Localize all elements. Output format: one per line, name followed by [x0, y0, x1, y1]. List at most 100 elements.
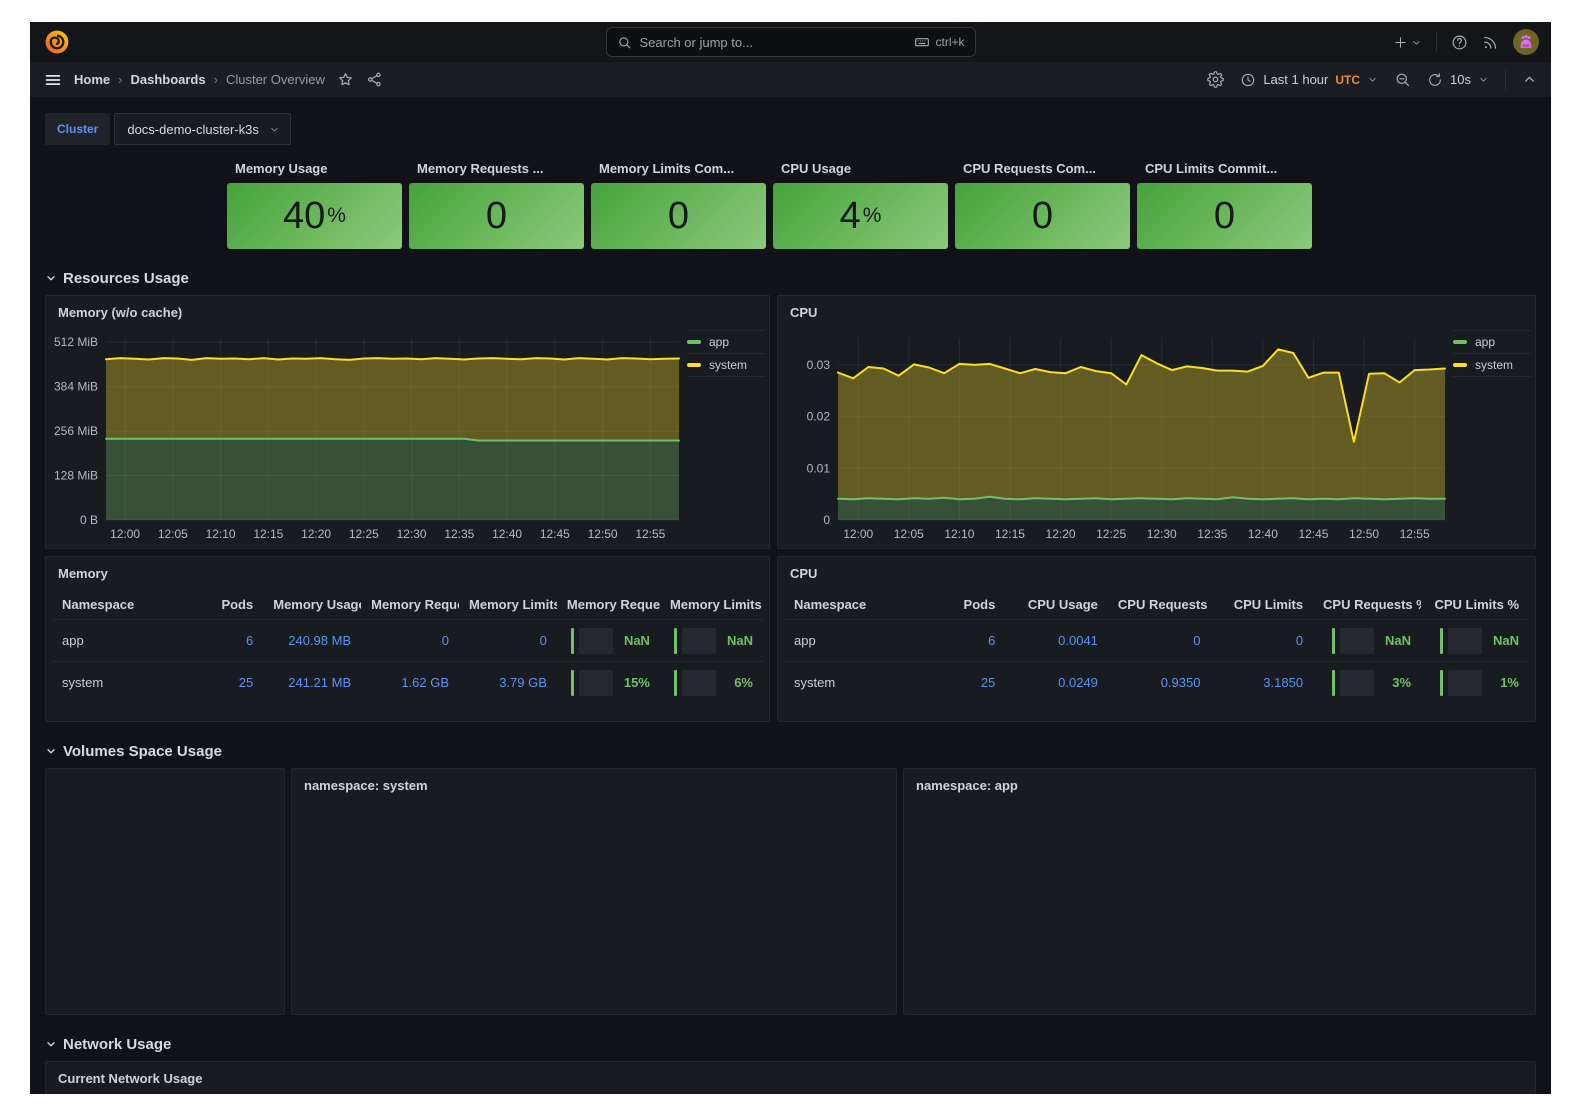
- column-header[interactable]: Namespace: [52, 589, 191, 619]
- column-header[interactable]: Pods: [191, 589, 263, 619]
- table-cell: 1%: [1421, 661, 1529, 703]
- legend-item-system[interactable]: system: [687, 354, 765, 377]
- stat-panels-row: Memory Usage40%Memory Requests ...0Memor…: [227, 153, 1536, 249]
- column-header[interactable]: CPU Requests: [1108, 589, 1211, 619]
- y-axis-tick: 0: [823, 513, 830, 527]
- share-icon[interactable]: [366, 71, 383, 88]
- column-header[interactable]: Memory Requests: [361, 589, 459, 619]
- cell-value[interactable]: 25: [981, 675, 995, 690]
- breadcrumb-item-dashboards[interactable]: Dashboards: [130, 72, 205, 87]
- grafana-logo-icon[interactable]: [44, 29, 70, 55]
- stat-value: 0: [486, 197, 507, 235]
- section-resources-usage[interactable]: Resources Usage: [45, 267, 1536, 289]
- cpu-chart-panel: CPU 00.010.020.0312:0012:0512:1012:1512:…: [777, 295, 1536, 549]
- column-header[interactable]: CPU Limits %: [1421, 589, 1529, 619]
- cell-value[interactable]: 0: [1296, 633, 1303, 648]
- breadcrumb-separator: ›: [214, 72, 218, 87]
- table-cell: 0: [459, 619, 557, 661]
- section-network-usage[interactable]: Network Usage: [45, 1033, 1536, 1055]
- column-header[interactable]: Memory Limits %: [660, 589, 763, 619]
- section-volumes-space-usage[interactable]: Volumes Space Usage: [45, 740, 1536, 762]
- cell-value[interactable]: 25: [239, 675, 253, 690]
- column-header[interactable]: Memory Requests %: [557, 589, 660, 619]
- column-header[interactable]: CPU Limits: [1210, 589, 1313, 619]
- column-header[interactable]: CPU Requests %: [1313, 589, 1421, 619]
- search-bar[interactable]: ctrl+k: [606, 27, 976, 57]
- table-cell: 6: [930, 619, 1006, 661]
- cell-value[interactable]: 1.62 GB: [401, 675, 449, 690]
- shortcut-label: ctrl+k: [935, 35, 964, 49]
- breadcrumb-item-home[interactable]: Home: [74, 72, 110, 87]
- cell-value[interactable]: 0.0041: [1058, 633, 1098, 648]
- cell-value[interactable]: 0: [1193, 633, 1200, 648]
- mega-menu-icon[interactable]: [44, 71, 62, 89]
- x-axis-tick: 12:20: [301, 527, 331, 541]
- legend-item-system[interactable]: system: [1453, 354, 1531, 377]
- x-axis-tick: 12:00: [110, 527, 140, 541]
- stat-value: 0: [1032, 197, 1053, 235]
- cluster-variable-dropdown[interactable]: docs-demo-cluster-k3s: [114, 113, 291, 145]
- user-avatar[interactable]: [1513, 29, 1539, 55]
- cell-value[interactable]: 0: [442, 633, 449, 648]
- gauge-value: 3%: [1379, 675, 1411, 690]
- table-cell: 25: [191, 661, 263, 703]
- time-range-picker[interactable]: Last 1 hour UTC: [1240, 72, 1378, 88]
- cell-value[interactable]: 3.1850: [1263, 675, 1303, 690]
- memory-chart-canvas: 0 B128 MiB256 MiB384 MiB512 MiB12:0012:0…: [48, 328, 685, 546]
- panel-title[interactable]: Memory (w/o cache): [46, 296, 769, 328]
- panel-title[interactable]: Current Network Usage: [46, 1062, 1535, 1094]
- cell-value[interactable]: 0: [540, 633, 547, 648]
- panel-title[interactable]: CPU: [778, 557, 1535, 589]
- stat-title[interactable]: Memory Limits Com...: [591, 153, 766, 183]
- refresh-picker[interactable]: 10s: [1427, 72, 1489, 88]
- legend-item-app[interactable]: app: [687, 331, 765, 354]
- stat-title[interactable]: CPU Usage: [773, 153, 948, 183]
- cell-value[interactable]: 6: [988, 633, 995, 648]
- dashboard-toolbar: Home›Dashboards›Cluster Overview Last 1 …: [30, 62, 1551, 97]
- table-cell: 1.62 GB: [361, 661, 459, 703]
- x-axis-tick: 12:35: [1197, 527, 1227, 541]
- panel-title[interactable]: CPU: [778, 296, 1535, 328]
- cell-value[interactable]: 241.21 MB: [288, 675, 351, 690]
- stat-title[interactable]: CPU Limits Commit...: [1137, 153, 1312, 183]
- cell-value[interactable]: 6: [246, 633, 253, 648]
- cell-value[interactable]: 0.9350: [1161, 675, 1201, 690]
- cell-value[interactable]: 0.0249: [1058, 675, 1098, 690]
- column-header[interactable]: CPU Usage: [1005, 589, 1108, 619]
- star-icon[interactable]: [337, 71, 354, 88]
- table-cell: 25: [930, 661, 1006, 703]
- column-header[interactable]: Memory Limits: [459, 589, 557, 619]
- gauge-value: 6%: [721, 675, 753, 690]
- column-header[interactable]: Namespace: [784, 589, 930, 619]
- table-cell: 6: [191, 619, 263, 661]
- news-icon[interactable]: [1482, 34, 1499, 51]
- stat-title[interactable]: Memory Usage: [227, 153, 402, 183]
- cell-value[interactable]: 3.79 GB: [499, 675, 547, 690]
- table-cell: 6%: [660, 661, 763, 703]
- gauge-track: [579, 670, 613, 696]
- add-new-button[interactable]: [1393, 35, 1422, 50]
- legend-item-app[interactable]: app: [1453, 331, 1531, 354]
- table-cell: 0.0249: [1005, 661, 1108, 703]
- column-header[interactable]: Pods: [930, 589, 1006, 619]
- panel-title[interactable]: namespace: system: [292, 769, 896, 801]
- search-input[interactable]: [640, 35, 907, 50]
- column-header[interactable]: Memory Usage: [263, 589, 361, 619]
- breadcrumb-item-cluster-overview[interactable]: Cluster Overview: [226, 72, 325, 87]
- variable-label: Cluster: [45, 113, 110, 145]
- table-cell: 0.9350: [1108, 661, 1211, 703]
- panel-title[interactable]: namespace: app: [904, 769, 1535, 801]
- panel-title[interactable]: Memory: [46, 557, 769, 589]
- stat-title[interactable]: CPU Requests Com...: [955, 153, 1130, 183]
- cpu-table-panel: CPU NamespacePodsCPU UsageCPU RequestsCP…: [777, 556, 1536, 722]
- legend-series-color: [687, 340, 701, 344]
- memory-table-panel: Memory NamespacePodsMemory UsageMemory R…: [45, 556, 770, 722]
- zoom-out-icon[interactable]: [1394, 71, 1411, 88]
- kiosk-mode-icon[interactable]: [1522, 72, 1537, 87]
- stat-title[interactable]: Memory Requests ...: [409, 153, 584, 183]
- table-cell: NaN: [1421, 619, 1529, 661]
- toolbar-divider: [1505, 70, 1506, 90]
- cell-value[interactable]: 240.98 MB: [288, 633, 351, 648]
- help-icon[interactable]: [1451, 34, 1468, 51]
- dashboard-settings-icon[interactable]: [1207, 71, 1224, 88]
